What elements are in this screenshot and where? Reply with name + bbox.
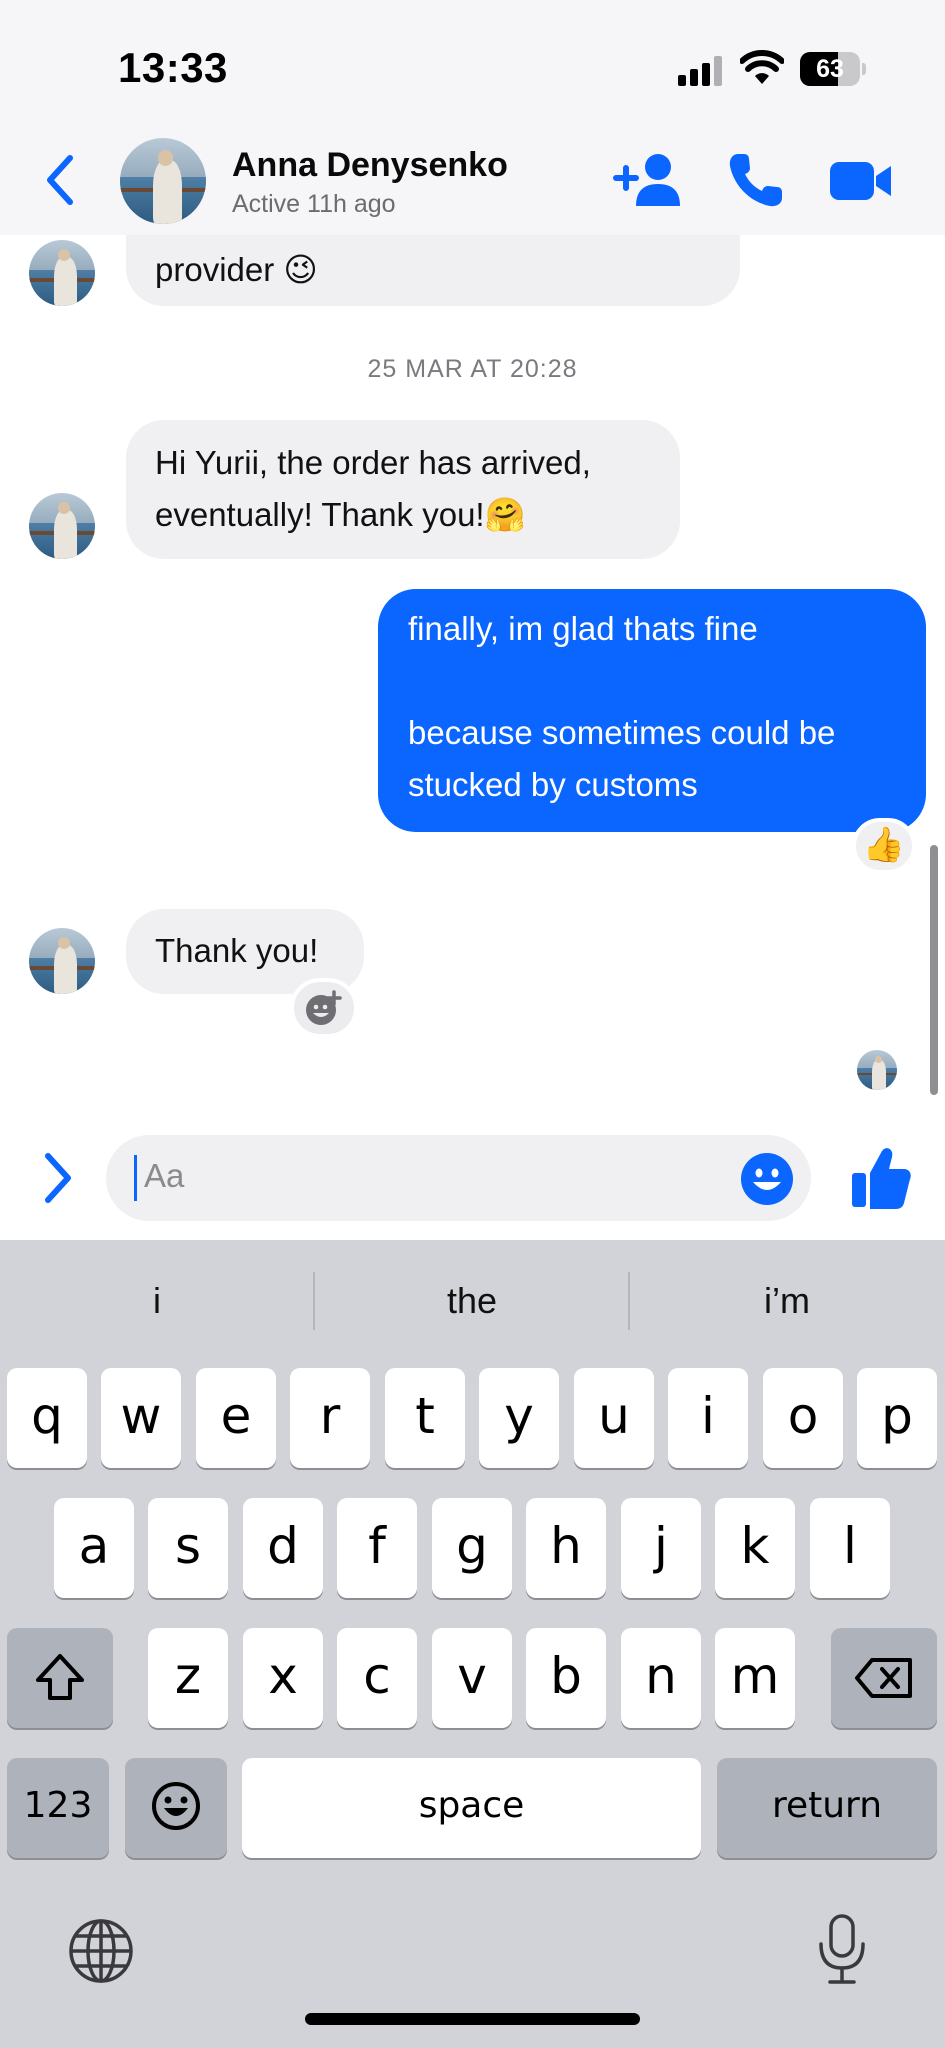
cellular-signal-icon	[678, 56, 724, 86]
incoming-message[interactable]: Hi Yurii, the order has arrived, eventua…	[126, 420, 680, 559]
status-time: 13:33	[118, 44, 228, 91]
key-o[interactable]: o	[763, 1368, 843, 1468]
key-w[interactable]: w	[101, 1368, 181, 1468]
key-a[interactable]: a	[54, 1498, 134, 1598]
key-z[interactable]: z	[148, 1628, 228, 1728]
contact-avatar-small[interactable]	[29, 928, 95, 994]
outgoing-message[interactable]: finally, im glad thats fine because some…	[378, 589, 926, 832]
globe-icon[interactable]	[68, 1918, 134, 1984]
battery-indicator: 63	[800, 52, 866, 86]
key-l[interactable]: l	[810, 1498, 890, 1598]
key-u[interactable]: u	[574, 1368, 654, 1468]
emoji-icon[interactable]	[740, 1152, 794, 1206]
contact-name[interactable]: Anna Denysenko	[232, 146, 508, 185]
wifi-icon	[740, 50, 784, 84]
thumbs-up-reaction[interactable]: 👍	[852, 818, 916, 874]
top-bar: 13:33 63 Anna Denysenko Active 11h ago	[0, 0, 945, 235]
shift-key[interactable]	[7, 1628, 113, 1728]
chevron-left-icon[interactable]	[40, 152, 80, 208]
home-indicator[interactable]	[305, 2013, 640, 2025]
add-person-icon[interactable]	[612, 150, 682, 210]
numbers-key[interactable]: 123	[7, 1758, 109, 1858]
key-g[interactable]: g	[432, 1498, 512, 1598]
backspace-key[interactable]	[831, 1628, 937, 1728]
key-h[interactable]: h	[526, 1498, 606, 1598]
key-i[interactable]: i	[668, 1368, 748, 1468]
message-text-line: Hi Yurii, the order has arrived,	[155, 444, 591, 481]
message-input-placeholder: Aa	[144, 1157, 185, 1194]
battery-percent: 63	[816, 55, 844, 83]
key-y[interactable]: y	[479, 1368, 559, 1468]
key-k[interactable]: k	[715, 1498, 795, 1598]
microphone-icon[interactable]	[816, 1914, 868, 1986]
text-caret	[134, 1155, 137, 1201]
contact-avatar[interactable]	[120, 138, 206, 224]
key-v[interactable]: v	[432, 1628, 512, 1728]
emoji-key[interactable]	[125, 1758, 227, 1858]
message-input[interactable]: Aa	[106, 1135, 811, 1221]
message-text-line: stucked by customs	[408, 766, 698, 803]
add-reaction-icon	[306, 990, 342, 1025]
suggestion-3[interactable]: i’m	[630, 1280, 944, 1322]
thumbs-up-icon[interactable]	[850, 1145, 912, 1211]
space-key[interactable]: space	[242, 1758, 701, 1858]
message-timestamp: 25 MAR AT 20:28	[367, 355, 578, 383]
key-m[interactable]: m	[715, 1628, 795, 1728]
key-c[interactable]: c	[337, 1628, 417, 1728]
add-reaction-button[interactable]	[290, 978, 358, 1038]
key-x[interactable]: x	[243, 1628, 323, 1728]
key-n[interactable]: n	[621, 1628, 701, 1728]
chevron-right-icon[interactable]	[38, 1150, 78, 1206]
return-key[interactable]: return	[717, 1758, 937, 1858]
seen-indicator-avatar	[857, 1050, 897, 1090]
key-q[interactable]: q	[7, 1368, 87, 1468]
phone-icon[interactable]	[726, 150, 786, 210]
suggestion-2[interactable]: the	[315, 1280, 629, 1322]
contact-status: Active 11h ago	[232, 190, 396, 218]
keyboard: i the i’m q w e r t y u i o p a s d f g …	[0, 1240, 945, 2048]
key-r[interactable]: r	[290, 1368, 370, 1468]
suggestion-1[interactable]: i	[0, 1280, 314, 1322]
video-camera-icon[interactable]	[828, 150, 894, 210]
emoji-keyboard-icon	[152, 1782, 200, 1830]
key-e[interactable]: e	[196, 1368, 276, 1468]
shift-icon	[36, 1654, 84, 1700]
key-s[interactable]: s	[148, 1498, 228, 1598]
message-text-line: finally, im glad thats fine	[408, 610, 758, 647]
key-t[interactable]: t	[385, 1368, 465, 1468]
key-p[interactable]: p	[857, 1368, 937, 1468]
backspace-icon	[855, 1658, 912, 1698]
key-d[interactable]: d	[243, 1498, 323, 1598]
scrollbar[interactable]	[930, 845, 938, 1095]
contact-avatar-small[interactable]	[29, 493, 95, 559]
key-j[interactable]: j	[621, 1498, 701, 1598]
contact-avatar-small[interactable]	[29, 240, 95, 306]
key-f[interactable]: f	[337, 1498, 417, 1598]
key-b[interactable]: b	[526, 1628, 606, 1728]
message-text-line: because sometimes could be	[408, 714, 836, 751]
message-text: provider 😉	[155, 251, 318, 288]
message-text-line: eventually! Thank you!🤗	[155, 496, 526, 533]
message-text: Thank you!	[155, 932, 319, 969]
